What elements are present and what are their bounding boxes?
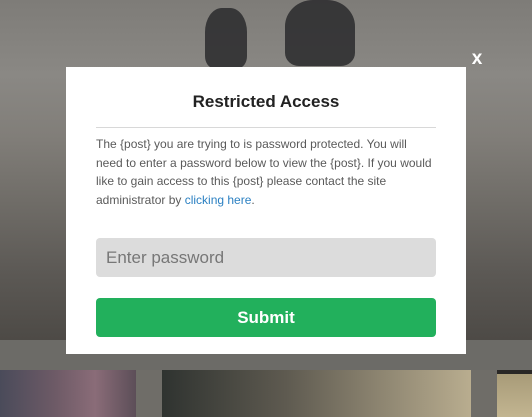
- message-end: .: [251, 192, 255, 207]
- contact-admin-link[interactable]: clicking here: [185, 193, 252, 207]
- divider: [96, 127, 436, 128]
- person-silhouette: [205, 8, 247, 68]
- close-icon[interactable]: x: [468, 48, 486, 70]
- modal-message: The {post} you are trying to is password…: [96, 135, 436, 209]
- background-thumbnail: [497, 370, 532, 417]
- background-thumbnail: [0, 370, 136, 417]
- restricted-access-modal: Restricted Access The {post} you are try…: [66, 67, 466, 354]
- background-thumbnail: [162, 370, 471, 417]
- password-input[interactable]: [96, 238, 436, 278]
- message-text: The {post} you are trying to is password…: [96, 137, 432, 207]
- modal-title: Restricted Access: [192, 92, 340, 111]
- submit-button[interactable]: Submit: [96, 298, 436, 338]
- person-silhouette: [285, 0, 355, 66]
